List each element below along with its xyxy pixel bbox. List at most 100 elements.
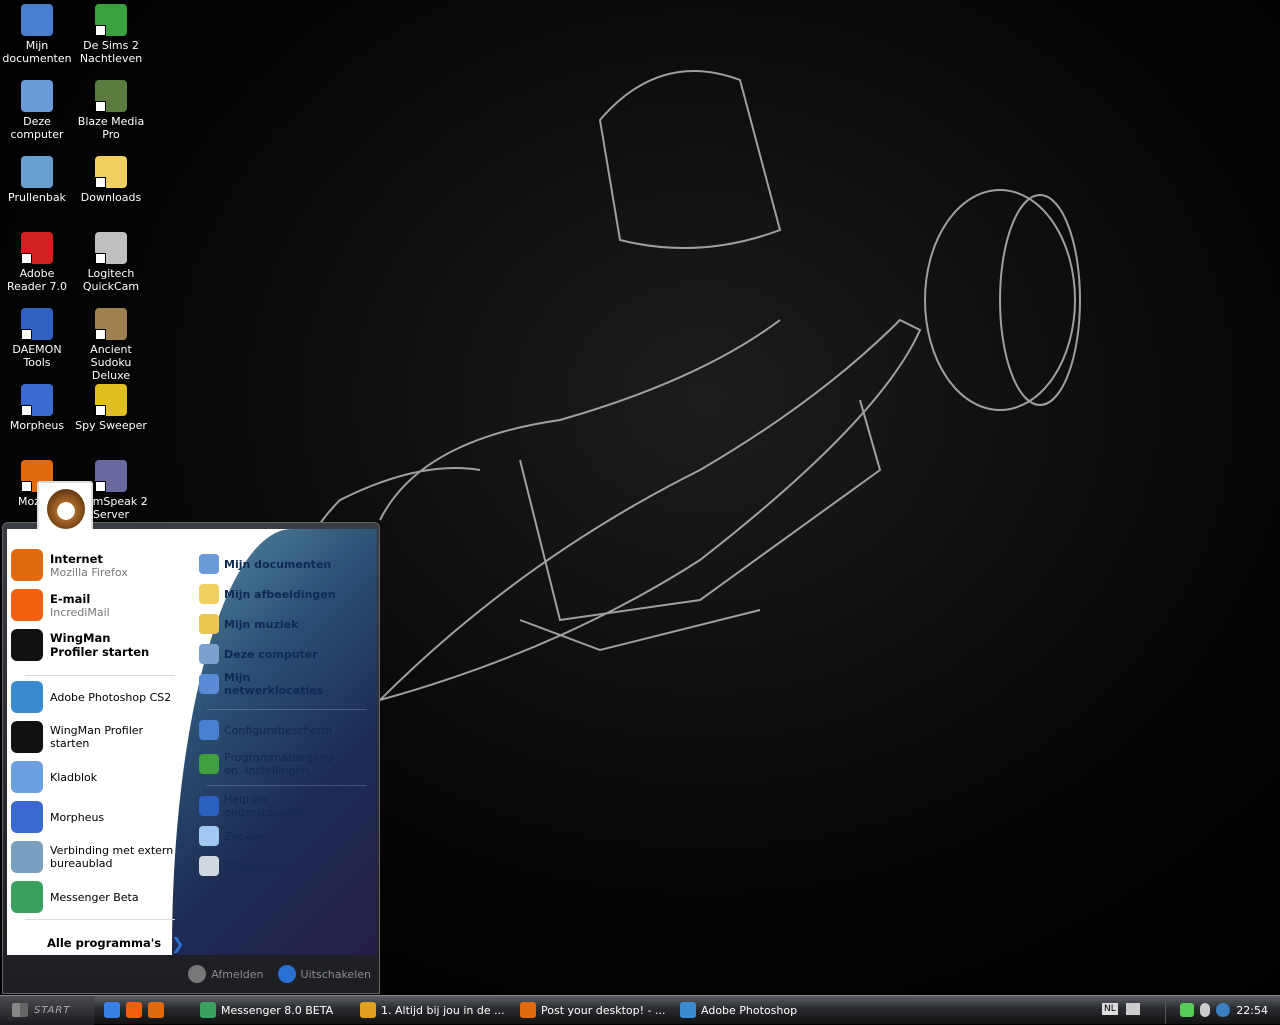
- music-folder-icon: [199, 614, 219, 634]
- folder-icon: [199, 584, 219, 604]
- link-label: Mijn documenten: [224, 557, 332, 571]
- all-programs-button[interactable]: Alle programma's ❯: [47, 925, 185, 955]
- start-button[interactable]: Start: [0, 995, 94, 1025]
- taskbar-button[interactable]: Messenger 8.0 BETA: [194, 998, 354, 1022]
- logoff-button[interactable]: Afmelden: [188, 965, 264, 983]
- computer-icon: [199, 644, 219, 664]
- divider: [207, 785, 367, 786]
- taskbar-button[interactable]: 1. Altijd bij jou in de ...: [354, 998, 514, 1022]
- bluetooth-icon[interactable]: [1200, 1003, 1211, 1017]
- pinned-item[interactable]: Internet Mozilla Firefox: [11, 547, 128, 583]
- daemon-tools-icon: [21, 308, 53, 340]
- user-avatar[interactable]: [37, 481, 93, 533]
- pinned-item[interactable]: E-mail IncrediMail: [11, 587, 110, 623]
- link-label: Mijn afbeeldingen: [224, 587, 336, 601]
- desktop-icon[interactable]: Downloads: [74, 156, 148, 204]
- firefox-icon: [11, 549, 43, 581]
- desktop-icon[interactable]: DAEMON Tools: [0, 308, 74, 369]
- logoff-icon: [188, 965, 207, 983]
- desktop-icon-label: Deze computer: [10, 115, 64, 141]
- item-label: Kladblok: [50, 770, 98, 784]
- start-menu-link[interactable]: Mijn netwerklocaties: [199, 671, 349, 697]
- computer-icon: [21, 80, 53, 112]
- start-menu-link[interactable]: Mijn documenten: [199, 553, 349, 575]
- email-icon[interactable]: [126, 1002, 142, 1018]
- task-label: Adobe Photoshop: [701, 1003, 798, 1017]
- power-icon: [277, 965, 296, 983]
- desktop-icon[interactable]: Ancient Sudoku Deluxe: [74, 308, 148, 382]
- taskbar-button[interactable]: Adobe Photoshop: [674, 998, 834, 1022]
- start-menu-link[interactable]: Configuratiescherm: [199, 719, 349, 741]
- desktop-icon[interactable]: Morpheus: [0, 384, 74, 432]
- my-documents-icon: [21, 4, 53, 36]
- spy-sweeper-icon: [95, 384, 127, 416]
- system-tray: 22:54: [1165, 996, 1280, 1024]
- desktop-icon-label: Ancient Sudoku Deluxe: [90, 343, 132, 382]
- desktop-icon[interactable]: Spy Sweeper: [74, 384, 148, 432]
- link-label: Uitvoeren...: [224, 859, 288, 873]
- email-icon: [11, 589, 43, 621]
- keyboard-icon[interactable]: [1125, 1003, 1140, 1015]
- desktop-icon[interactable]: Logitech QuickCam: [74, 232, 148, 293]
- start-menu-link[interactable]: Programmatoegang en -instellingen: [199, 751, 349, 777]
- recent-program-item[interactable]: Adobe Photoshop CS2: [11, 679, 175, 715]
- start-menu-link[interactable]: Uitvoeren...: [199, 855, 349, 877]
- link-label: Programmatoegang en -instellingen: [224, 751, 334, 777]
- messenger-icon: [11, 881, 43, 913]
- adobe-reader-icon: [21, 232, 53, 264]
- internet-explorer-icon[interactable]: [104, 1002, 120, 1018]
- start-menu-link[interactable]: Help en ondersteuning: [199, 793, 349, 819]
- desktop-icon[interactable]: Prullenbak: [0, 156, 74, 204]
- wingman-icon: [11, 629, 43, 661]
- pinned-item[interactable]: WingMan Profiler starten: [11, 627, 160, 663]
- link-label: Help en ondersteuning: [224, 793, 304, 819]
- recent-program-item[interactable]: Verbinding met extern bureaublad: [11, 839, 175, 875]
- photoshop-icon: [680, 1002, 696, 1018]
- teamspeak-icon: [95, 460, 127, 492]
- item-title: Internet: [50, 551, 103, 566]
- start-menu-link[interactable]: Mijn muziek: [199, 613, 349, 635]
- blaze-media-icon: [95, 80, 127, 112]
- clock[interactable]: 22:54: [1236, 1004, 1268, 1017]
- messenger-tray-icon[interactable]: [1216, 1003, 1231, 1017]
- run-icon: [199, 856, 219, 876]
- desktop-icon[interactable]: De Sims 2 Nachtleven: [74, 4, 148, 65]
- start-menu: Internet Mozilla Firefox E-mail IncrediMail…: [2, 481, 380, 994]
- tray-icon-green[interactable]: [1180, 1003, 1195, 1017]
- messenger-icon: [200, 1002, 216, 1018]
- desktop-icon[interactable]: Blaze Media Pro: [74, 80, 148, 141]
- recent-program-item[interactable]: Morpheus: [11, 799, 175, 835]
- photoshop-icon: [11, 681, 43, 713]
- desktop-icon-label: Morpheus: [9, 419, 65, 432]
- start-menu-link[interactable]: Deze computer: [199, 643, 349, 665]
- media-player-icon: [360, 1002, 376, 1018]
- item-subtitle: IncrediMail: [50, 605, 110, 619]
- task-label: Messenger 8.0 BETA: [221, 1003, 334, 1017]
- desktop-icon-label: Blaze Media Pro: [77, 115, 145, 141]
- start-menu-link[interactable]: Mijn afbeeldingen: [199, 583, 349, 605]
- desktop-icon-label: Mijn documenten: [2, 39, 72, 65]
- link-label: Zoeken: [224, 829, 265, 843]
- desktop-icon-label: Adobe Reader 7.0: [7, 267, 67, 293]
- taskbar-button[interactable]: Post your desktop! - ...: [514, 998, 674, 1022]
- desktop-icon[interactable]: Deze computer: [0, 80, 74, 141]
- item-title: E-mail: [50, 591, 91, 606]
- recent-program-item[interactable]: WingMan Profiler starten: [11, 719, 175, 755]
- recent-program-item[interactable]: Messenger Beta: [11, 879, 175, 915]
- notepad-icon: [11, 761, 43, 793]
- link-label: Configuratiescherm: [224, 723, 333, 737]
- wingman-icon: [11, 721, 43, 753]
- desktop-icon[interactable]: Adobe Reader 7.0: [0, 232, 74, 293]
- recent-program-item[interactable]: Kladblok: [11, 759, 175, 795]
- item-label: Morpheus: [50, 810, 105, 824]
- sudoku-icon: [95, 308, 127, 340]
- start-menu-link[interactable]: Zoeken: [199, 825, 349, 847]
- shutdown-button[interactable]: Uitschakelen: [277, 965, 371, 983]
- arrow-right-icon: ❯: [171, 933, 185, 953]
- link-label: Mijn muziek: [224, 617, 299, 631]
- desktop-icon-label: De Sims 2 Nachtleven: [79, 39, 143, 65]
- firefox-icon[interactable]: [148, 1002, 164, 1018]
- language-indicator[interactable]: NL: [1102, 1003, 1118, 1015]
- desktop-icon[interactable]: Mijn documenten: [0, 4, 74, 65]
- remote-desktop-icon: [11, 841, 43, 873]
